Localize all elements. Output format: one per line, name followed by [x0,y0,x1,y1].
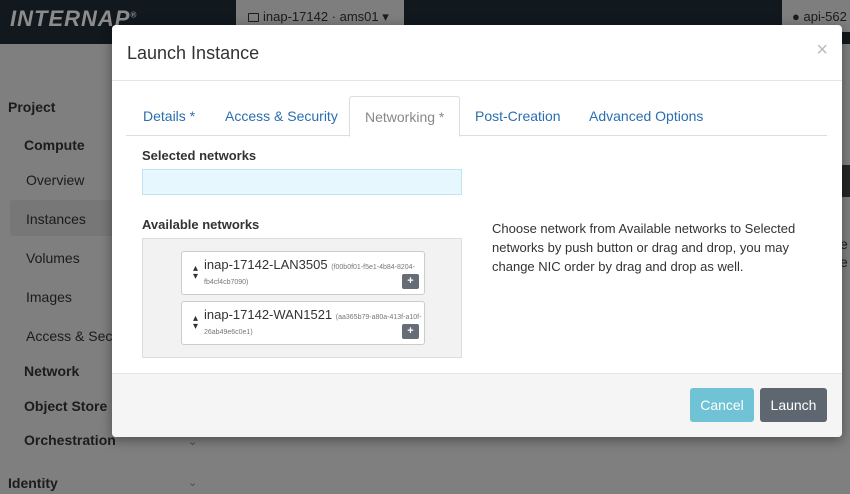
modal-title: Launch Instance [127,43,260,63]
network-id-continued: 26ab49e6c0e1) [204,329,253,336]
selected-networks-dropzone[interactable] [142,169,462,195]
network-item[interactable]: ▴ ▾ inap-17142-WAN1521 (aa365b79-a80a-413… [181,301,425,345]
network-name-line: inap-17142-WAN1521 (aa365b79-a80a-413f-a… [204,307,421,322]
network-id: (aa365b79-a80a-413f-a10f- [335,314,422,321]
network-name: inap-17142-LAN3505 [204,257,328,272]
tab-advanced-options[interactable]: Advanced Options [589,96,703,136]
network-item[interactable]: ▴ ▾ inap-17142-LAN3505 (f00b0f01-f5e1-4b8… [181,251,425,295]
selected-networks-label: Selected networks [142,148,257,163]
available-networks-label: Available networks [142,217,260,232]
add-network-button[interactable]: + [402,324,419,339]
tab-access-security[interactable]: Access & Security [225,96,338,136]
sort-handle-icon[interactable]: ▴ ▾ [193,264,198,282]
available-networks-list: ▴ ▾ inap-17142-LAN3505 (f00b0f01-f5e1-4b8… [142,238,462,358]
modal-footer: Cancel Launch [112,373,842,437]
sort-handle-icon[interactable]: ▴ ▾ [193,314,198,332]
launch-button[interactable]: Launch [760,388,827,422]
network-name-line: inap-17142-LAN3505 (f00b0f01-f5e1-4b84-8… [204,257,415,272]
networking-help-text: Choose network from Available networks t… [492,221,796,274]
network-id-continued: fb4cf4cb7090) [204,279,249,286]
close-icon[interactable]: × [816,39,828,62]
tab-post-creation[interactable]: Post-Creation [475,96,561,136]
launch-instance-modal: Launch Instance × Details * Access & Sec… [112,25,842,437]
tab-details[interactable]: Details * [143,96,195,136]
modal-header: Launch Instance × [112,25,842,81]
tab-networking[interactable]: Networking * [349,96,461,137]
add-network-button[interactable]: + [402,274,419,289]
cancel-button[interactable]: Cancel [690,388,754,422]
network-name: inap-17142-WAN1521 [204,307,333,322]
tab-bar: Details * Access & Security Networking *… [126,96,827,137]
network-id: (f00b0f01-f5e1-4b84-8204- [331,264,415,271]
